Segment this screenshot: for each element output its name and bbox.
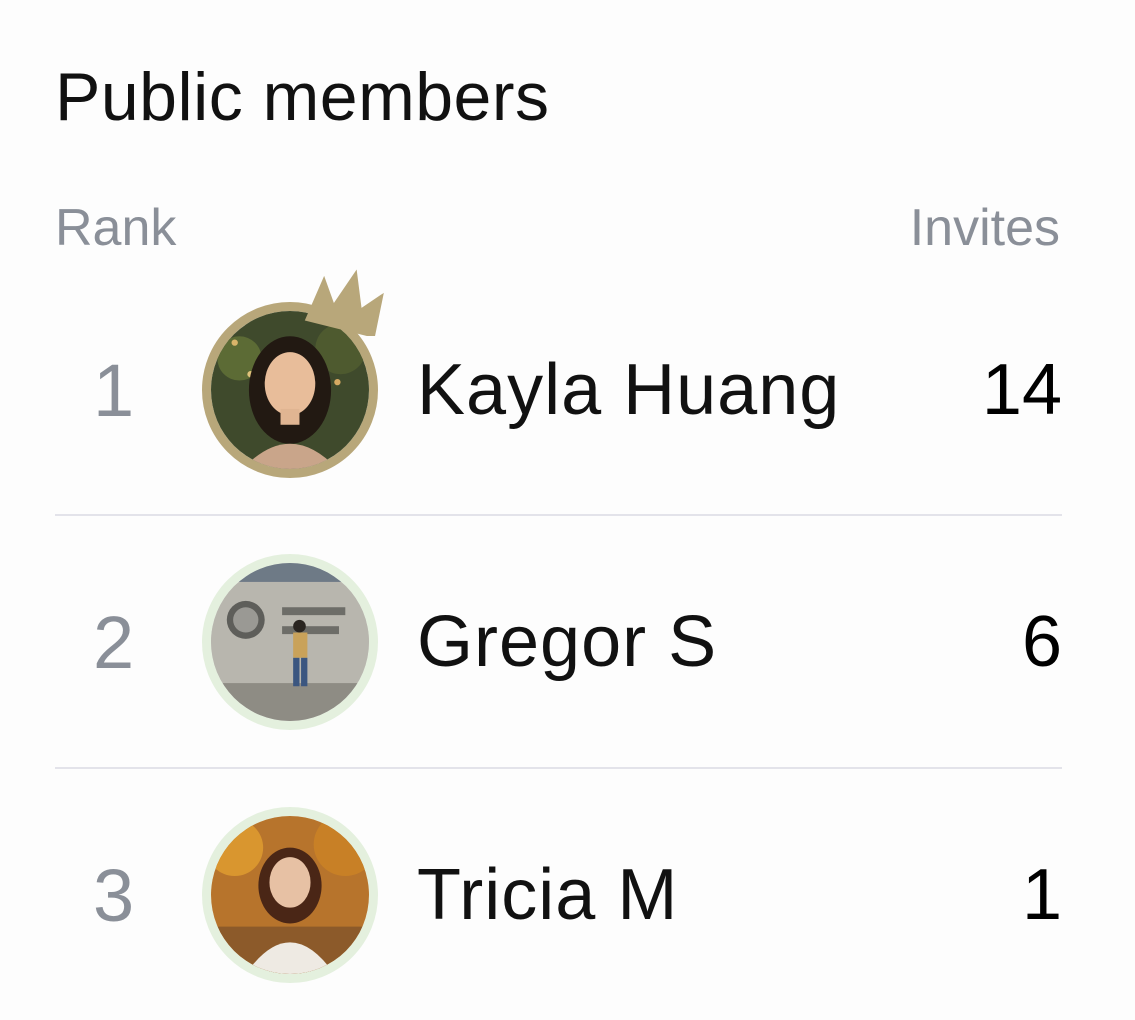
- member-rank: 3: [93, 853, 135, 937]
- row-divider: [55, 767, 1062, 769]
- avatar[interactable]: [202, 554, 378, 730]
- member-rank: 2: [93, 600, 135, 684]
- rank-column-header: Rank: [55, 199, 177, 257]
- member-name: Gregor S: [417, 602, 718, 682]
- avatar[interactable]: [202, 807, 378, 983]
- invite-count: 6: [1021, 602, 1062, 682]
- member-name: Tricia M: [417, 855, 679, 935]
- member-row[interactable]: 1 Kayla Huang 14: [55, 265, 1062, 515]
- member-name: Kayla Huang: [417, 350, 841, 430]
- member-rank: 1: [93, 348, 135, 432]
- member-row[interactable]: 2 Gregor S 6: [55, 517, 1062, 767]
- avatar-photo: [202, 807, 378, 983]
- page-title: Public members: [55, 59, 550, 135]
- crown-icon: [304, 269, 384, 336]
- invite-count: 1: [1021, 855, 1062, 935]
- invite-count: 14: [981, 350, 1062, 430]
- row-divider: [55, 514, 1062, 516]
- avatar-photo: [202, 554, 378, 730]
- invites-column-header: Invites: [909, 199, 1060, 257]
- avatar[interactable]: [202, 269, 384, 478]
- member-row[interactable]: 3 Tricia M 1: [55, 770, 1062, 1020]
